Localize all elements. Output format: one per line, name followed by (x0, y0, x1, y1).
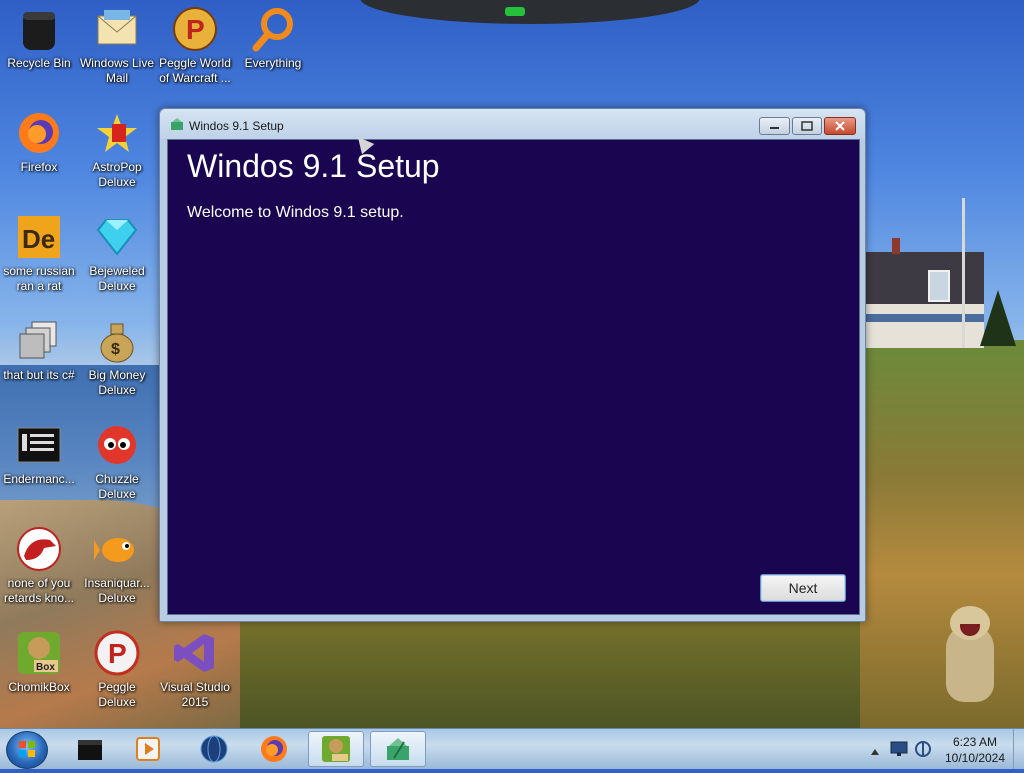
chomikbox-icon: Box (16, 630, 62, 676)
chuzzle-icon (94, 422, 140, 468)
minimize-button[interactable] (759, 117, 790, 135)
globe-icon (200, 735, 228, 763)
svg-text:P: P (186, 14, 205, 45)
gadget-led-icon (505, 7, 525, 16)
desktop-icon-label: Chuzzle Deluxe (95, 472, 139, 501)
setup-welcome-text: Welcome to Windos 9.1 setup. (187, 204, 404, 221)
start-button[interactable] (6, 731, 48, 769)
desktop-gopher-mascot (942, 606, 998, 702)
taskbar-clock[interactable]: 6:23 AM 10/10/2024 (940, 734, 1010, 766)
desktop-icon-everything[interactable]: Everything (234, 6, 312, 71)
wallpaper-house-band (866, 314, 984, 322)
desktop-icon-that-but-its-csharp[interactable]: that but its c# (0, 318, 78, 383)
setup-window[interactable]: Windos 9.1 Setup Windos 9.1 Setup Welcom… (159, 108, 866, 622)
desktop-icon-label: Endermanc... (3, 472, 75, 486)
monitor-icon[interactable] (890, 741, 908, 762)
desktop-icon-endermanc[interactable]: Endermanc... (0, 422, 78, 487)
wallpaper-house-window (928, 270, 950, 302)
de-logo-icon: De (16, 214, 62, 260)
svg-text:De: De (22, 224, 55, 254)
desktop-icon-label: none of you retards kno... (3, 576, 75, 605)
wallpaper-house-roof (866, 252, 984, 304)
taskbar-recycle-bin[interactable] (62, 731, 118, 767)
desktop-icon-astropop[interactable]: AstroPop Deluxe (78, 110, 156, 190)
window-stack-icon (16, 318, 62, 364)
close-button[interactable] (824, 117, 856, 135)
desktop-icon-bejeweled[interactable]: Bejeweled Deluxe (78, 214, 156, 294)
desktop-icon-big-money[interactable]: $ Big Money Deluxe (78, 318, 156, 398)
maximize-button[interactable] (792, 117, 822, 135)
desktop-icon-windows-live-mail[interactable]: Windows Live Mail (78, 6, 156, 86)
taskbar-chomikbox[interactable] (308, 731, 364, 767)
clock-date: 10/10/2024 (944, 751, 1006, 765)
money-bag-icon: $ (94, 318, 140, 364)
window-title: Windos 9.1 Setup (189, 119, 284, 133)
desktop-icon-visual-studio[interactable]: Visual Studio 2015 (156, 630, 234, 710)
recycle-bin-icon (16, 6, 62, 52)
desktop-icon-chomikbox[interactable]: Box ChomikBox (0, 630, 78, 695)
goldfish-icon (94, 526, 140, 572)
terminal-icon (16, 422, 62, 468)
next-button[interactable]: Next (760, 574, 846, 602)
setup-content-panel: Windos 9.1 Setup Welcome to Windos 9.1 s… (167, 139, 860, 615)
desktop-icon-label: Windows Live Mail (79, 56, 155, 85)
firefox-icon (261, 736, 287, 762)
wallpaper-chimney (892, 238, 900, 254)
desktop-icon-label: Insaniquar... Deluxe (84, 576, 150, 605)
taskbar-media-player[interactable] (120, 731, 176, 767)
desktop-icon-peggle-deluxe[interactable]: P Peggle Deluxe (78, 630, 156, 710)
desktop-icon-label: ChomikBox (8, 680, 70, 694)
firefox-icon (16, 110, 62, 156)
wallpaper-flagpole (962, 198, 965, 348)
wallpaper-house-wall (866, 304, 984, 348)
visual-studio-icon (172, 630, 218, 676)
network-icon[interactable] (914, 740, 932, 763)
desktop-icon-peggle-wow[interactable]: P Peggle World of Warcraft ... (156, 6, 234, 86)
desktop-icon-label: Firefox (20, 160, 58, 174)
setup-app-icon (170, 117, 184, 131)
desktop-icon-label: Peggle World of Warcraft ... (159, 56, 231, 85)
desktop-icon-label: that but its c# (3, 368, 75, 382)
setup-heading: Windos 9.1 Setup (187, 148, 440, 184)
desktop-icon-insaniquarium[interactable]: Insaniquar... Deluxe (78, 526, 156, 606)
taskbar: 6:23 AM 10/10/2024 (0, 728, 1024, 769)
wallpaper-tree (980, 290, 1016, 346)
desktop-icon-some-russian[interactable]: De some russian ran a rat (0, 214, 78, 294)
magnifier-icon (250, 6, 296, 52)
svg-text:P: P (108, 638, 127, 669)
desktop-icon-none-of-you[interactable]: none of you retards kno... (0, 526, 78, 606)
top-gadget-bar (360, 0, 700, 24)
system-tray: 6:23 AM 10/10/2024 (866, 731, 1016, 767)
desktop-icon-firefox[interactable]: Firefox (0, 110, 78, 175)
desktop-icon-label: Recycle Bin (7, 56, 71, 70)
taskbar-globe[interactable] (186, 731, 242, 767)
window-titlebar[interactable]: Windos 9.1 Setup (160, 109, 865, 139)
gem-icon (94, 214, 140, 260)
desktop-icon-label: some russian ran a rat (3, 264, 75, 293)
setup-app-icon (387, 738, 409, 760)
show-hidden-icons-icon[interactable] (870, 744, 880, 762)
black-box-icon (78, 740, 102, 760)
media-player-icon (136, 737, 160, 761)
red-dinosaur-icon (16, 526, 62, 572)
astropop-icon (94, 110, 140, 156)
show-desktop-button[interactable] (1013, 729, 1024, 769)
taskbar-setup[interactable] (370, 731, 426, 767)
desktop-icon-label: Bejeweled Deluxe (89, 264, 145, 293)
svg-text:$: $ (111, 341, 120, 358)
clock-time: 6:23 AM (952, 735, 998, 749)
desktop-icon-recycle-bin[interactable]: Recycle Bin (0, 6, 78, 71)
desktop-icon-label: Big Money Deluxe (88, 368, 146, 397)
desktop-icon-label: Visual Studio 2015 (160, 680, 230, 709)
mail-icon (94, 6, 140, 52)
svg-text:Box: Box (36, 662, 55, 673)
taskbar-firefox[interactable] (246, 731, 302, 767)
peggle-icon: P (172, 6, 218, 52)
desktop-icon-label: Peggle Deluxe (98, 680, 136, 709)
peggle-icon: P (94, 630, 140, 676)
desktop-icon-chuzzle[interactable]: Chuzzle Deluxe (78, 422, 156, 502)
desktop-icon-label: Everything (244, 56, 302, 70)
desktop-icon-label: AstroPop Deluxe (92, 160, 142, 189)
chomikbox-icon (322, 736, 350, 762)
